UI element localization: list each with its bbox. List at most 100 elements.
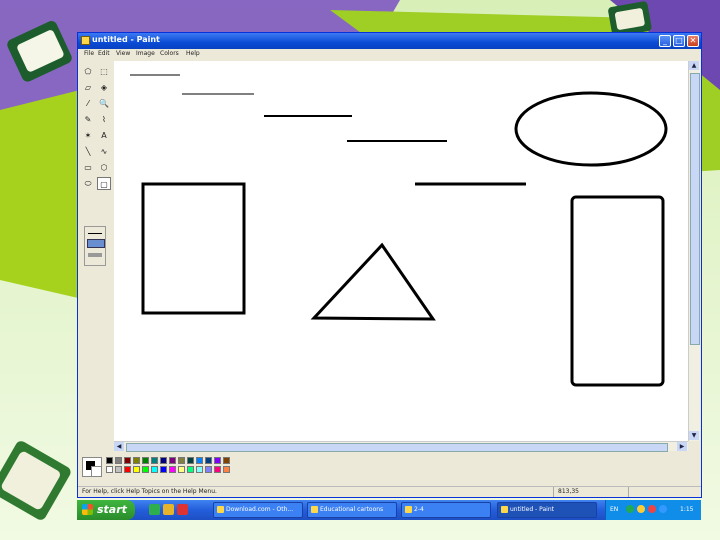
magnifier-icon[interactable]: 🔍 (97, 97, 111, 110)
canvas-area (114, 61, 688, 441)
brush-icon[interactable]: ⌇ (97, 113, 111, 126)
menu-file[interactable]: File (84, 50, 94, 57)
horizontal-scroll-thumb[interactable] (126, 443, 668, 452)
title-bar[interactable]: untitled - Paint _ □ ✕ (78, 33, 701, 49)
color-swatch[interactable] (133, 457, 140, 464)
tray-icon[interactable] (659, 505, 667, 513)
line-width-1[interactable] (88, 233, 102, 234)
color-swatch[interactable] (133, 466, 140, 473)
pencil-icon[interactable]: ✎ (81, 113, 95, 126)
color-swatch[interactable] (223, 466, 230, 473)
quicklaunch-folder-icon[interactable] (163, 504, 174, 515)
background-color[interactable] (91, 466, 102, 477)
color-swatch[interactable] (214, 466, 221, 473)
status-coordinates: 813,35 (558, 488, 579, 495)
current-colors[interactable] (82, 457, 102, 477)
line-width-2-selected[interactable] (87, 239, 105, 248)
paint-window: untitled - Paint _ □ ✕ File Edit View Im… (77, 32, 702, 498)
color-swatch[interactable] (196, 457, 203, 464)
quicklaunch-media-icon[interactable] (149, 504, 160, 515)
color-swatch[interactable] (160, 466, 167, 473)
line-icon[interactable]: ╲ (81, 145, 95, 158)
ellipse-icon[interactable]: ⬭ (81, 177, 95, 190)
color-swatch[interactable] (214, 457, 221, 464)
color-swatch[interactable] (115, 466, 122, 473)
color-swatch[interactable] (115, 457, 122, 464)
rounded-rect-icon[interactable]: ▢ (97, 177, 111, 190)
fill-icon[interactable]: ◈ (97, 81, 111, 94)
task-label: untitled - Paint (510, 506, 554, 513)
color-swatch[interactable] (187, 466, 194, 473)
color-swatch[interactable] (196, 466, 203, 473)
color-swatch[interactable] (106, 457, 113, 464)
maximize-button[interactable]: □ (673, 35, 685, 47)
task-paint[interactable]: untitled - Paint (497, 502, 597, 518)
tray-icon[interactable] (626, 505, 634, 513)
status-bar: For Help, click Help Topics on the Help … (78, 486, 701, 497)
color-swatch[interactable] (205, 466, 212, 473)
menu-colors[interactable]: Colors (160, 50, 179, 57)
close-button[interactable]: ✕ (687, 35, 699, 47)
tool-options-box[interactable] (84, 226, 106, 266)
color-swatch[interactable] (178, 457, 185, 464)
status-divider (553, 487, 554, 497)
scroll-right-icon[interactable]: ▶ (677, 442, 687, 451)
color-swatch[interactable] (151, 466, 158, 473)
scroll-down-icon[interactable]: ▼ (689, 431, 699, 440)
color-swatch[interactable] (187, 457, 194, 464)
scroll-up-icon[interactable]: ▲ (689, 61, 699, 70)
status-divider (628, 487, 629, 497)
color-swatch[interactable] (151, 457, 158, 464)
task-cartoons[interactable]: Educational cartoons (307, 502, 397, 518)
minimize-button[interactable]: _ (659, 35, 671, 47)
color-swatch[interactable] (142, 466, 149, 473)
drawn-ellipse (514, 91, 668, 167)
color-swatch[interactable] (124, 466, 131, 473)
airbrush-icon[interactable]: ✶ (81, 129, 95, 142)
scroll-left-icon[interactable]: ◀ (114, 442, 124, 451)
color-swatch[interactable] (124, 457, 131, 464)
task-label: Download.com - Oth... (226, 506, 294, 513)
menu-help[interactable]: Help (186, 50, 200, 57)
rect-select-icon[interactable]: ⬚ (97, 65, 111, 78)
start-button[interactable]: start (77, 500, 135, 520)
color-picker-icon[interactable]: ⁄ (81, 97, 95, 110)
polygon-icon[interactable]: ⬡ (97, 161, 111, 174)
line-width-3[interactable] (88, 253, 102, 257)
color-swatch[interactable] (169, 466, 176, 473)
start-label: start (97, 503, 127, 516)
color-swatch[interactable] (106, 466, 113, 473)
task-download[interactable]: Download.com - Oth... (213, 502, 303, 518)
color-swatch[interactable] (178, 466, 185, 473)
menu-view[interactable]: View (116, 50, 130, 57)
status-help-text: For Help, click Help Topics on the Help … (82, 488, 217, 495)
menu-image[interactable]: Image (136, 50, 155, 57)
drawn-triangle (310, 242, 436, 321)
menu-edit[interactable]: Edit (98, 50, 110, 57)
language-indicator[interactable]: EN (610, 506, 618, 513)
color-palette (78, 453, 701, 485)
color-swatch[interactable] (223, 457, 230, 464)
free-select-icon[interactable]: ⬠ (81, 65, 95, 78)
eraser-icon[interactable]: ▱ (81, 81, 95, 94)
folder-icon (311, 506, 318, 513)
color-swatch[interactable] (142, 457, 149, 464)
rectangle-icon[interactable]: ▭ (81, 161, 95, 174)
task-2-4[interactable]: 2-4 (401, 502, 491, 518)
system-tray: EN 1:15 (605, 500, 701, 520)
tray-icon[interactable] (637, 505, 645, 513)
curve-icon[interactable]: ∿ (97, 145, 111, 158)
windows-logo-icon (82, 504, 93, 515)
quicklaunch-app-icon[interactable] (177, 504, 188, 515)
vertical-scroll-thumb[interactable] (690, 73, 700, 345)
color-swatch[interactable] (160, 457, 167, 464)
color-swatch[interactable] (205, 457, 212, 464)
clock[interactable]: 1:15 (680, 506, 693, 513)
text-icon[interactable]: A (97, 129, 111, 142)
horizontal-scrollbar[interactable]: ◀ ▶ (114, 441, 688, 452)
tray-icon[interactable] (648, 505, 656, 513)
vertical-scrollbar[interactable]: ▲ ▼ (688, 61, 700, 441)
color-swatch[interactable] (169, 457, 176, 464)
window-title: untitled - Paint (92, 35, 160, 44)
drawing-canvas[interactable] (114, 61, 688, 441)
